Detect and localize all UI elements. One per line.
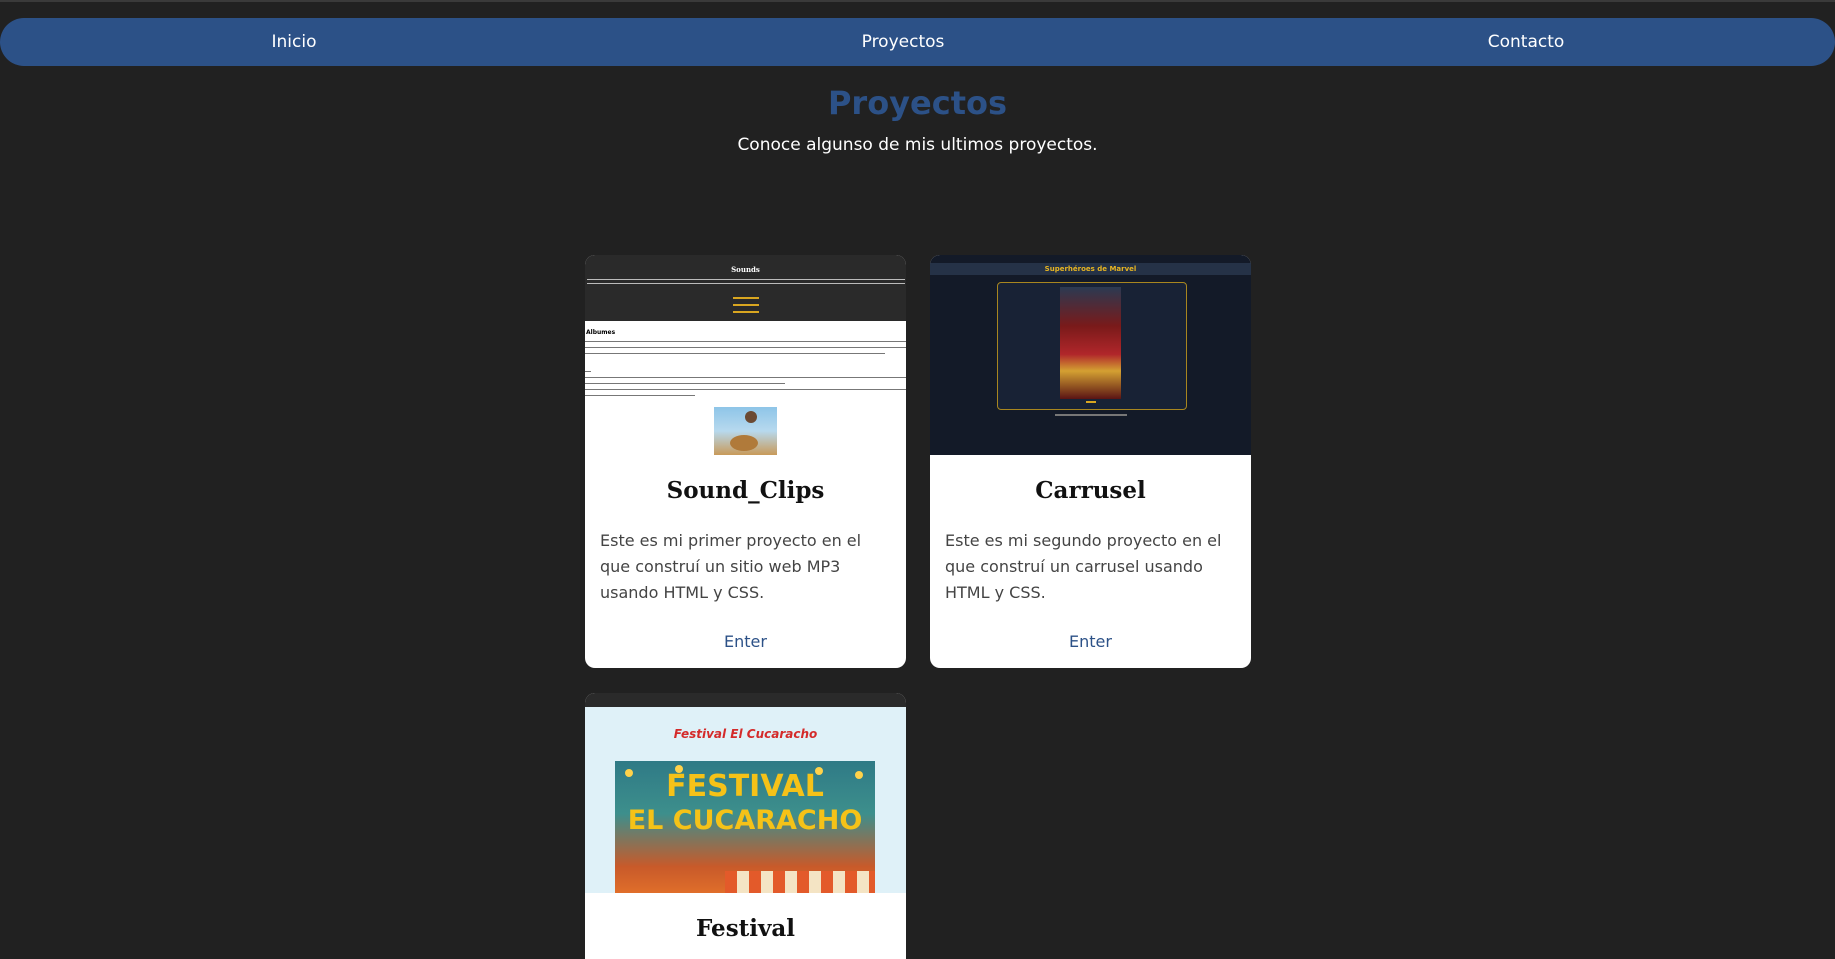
window-top-border — [0, 0, 1835, 2]
poster-line-2: EL CUCARACHO — [627, 805, 863, 836]
enter-link[interactable]: Enter — [930, 606, 1251, 651]
page-subtitle: Conoce algunso de mis ultimos proyectos. — [737, 135, 1098, 155]
card-description: Este es mi primer proyecto en el que con… — [600, 531, 862, 602]
musician-head — [745, 411, 757, 423]
enter-link[interactable]: Enter — [585, 606, 906, 651]
main-navbar: Inicio Proyectos Contacto — [0, 18, 1835, 66]
nav-link-inicio[interactable]: Inicio — [272, 18, 317, 66]
preview-heading: Festival El Cucaracho — [673, 727, 818, 741]
card-title: Festival — [695, 915, 796, 942]
card-title: Sound_Clips — [666, 477, 825, 504]
page-title: Proyectos — [827, 84, 1008, 122]
carousel-caption — [1055, 414, 1127, 416]
card-description: Este es mi segundo proyecto en el que co… — [945, 531, 1222, 602]
nav-link-proyectos[interactable]: Proyectos — [862, 18, 945, 66]
project-card-sound-clips: Sounds Albumes Sound_Clips Este es mi pr… — [585, 255, 906, 668]
project-preview-image: Superhéroes de Marvel — [930, 255, 1251, 455]
festival-poster: FESTIVAL EL CUCARACHO — [615, 761, 875, 893]
preview-header: Sounds — [585, 255, 906, 321]
poster-awning — [725, 871, 875, 893]
preview-header — [585, 693, 906, 707]
preview-heading: Superhéroes de Marvel — [1044, 265, 1137, 273]
project-preview-image: Festival El Cucaracho FESTIVAL EL CUCARA… — [585, 693, 906, 893]
carousel-caption-mark — [1086, 401, 1096, 403]
preview-section-title: Albumes — [586, 329, 616, 336]
preview-heading: Sounds — [731, 265, 760, 274]
project-card-festival: Festival El Cucaracho FESTIVAL EL CUCARA… — [585, 693, 906, 959]
card-title: Carrusel — [1035, 477, 1146, 504]
carousel-image — [1060, 287, 1121, 399]
project-card-carrusel: Superhéroes de Marvel Carrusel Este es m… — [930, 255, 1251, 668]
preview-body: Albumes — [585, 321, 906, 455]
poster-line-1: FESTIVAL — [666, 769, 824, 804]
guitar-icon — [730, 435, 758, 451]
project-preview-image: Sounds Albumes — [585, 255, 906, 455]
nav-link-contacto[interactable]: Contacto — [1488, 18, 1565, 66]
